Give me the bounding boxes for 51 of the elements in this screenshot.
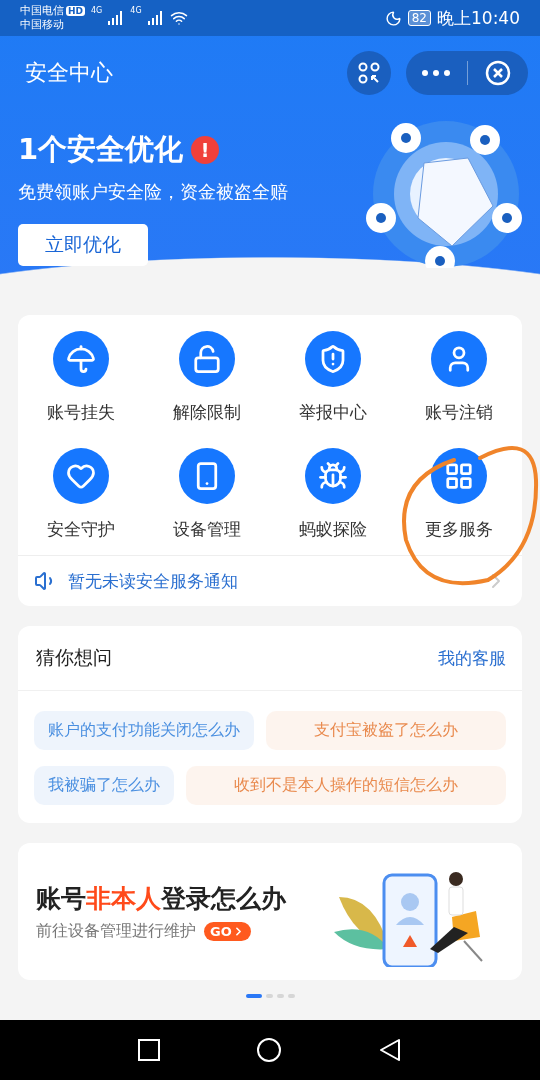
signal-icon bbox=[108, 11, 125, 25]
scan-icon bbox=[357, 61, 381, 85]
wifi-icon bbox=[169, 9, 188, 27]
service-button[interactable] bbox=[431, 331, 487, 387]
close-icon bbox=[484, 60, 511, 86]
battery-level: 82 bbox=[407, 10, 431, 26]
optimization-headline: 1个安全优化 bbox=[18, 131, 184, 168]
service-button[interactable] bbox=[179, 331, 235, 387]
service-label: 解除限制 bbox=[173, 401, 241, 424]
service-label: 设备管理 bbox=[173, 518, 241, 541]
question-chip[interactable]: 支付宝被盗了怎么办 bbox=[266, 711, 506, 750]
alert-badge: ! bbox=[191, 136, 220, 164]
section-title: 猜你想问 bbox=[36, 645, 112, 670]
carrier-name: 中国电信 HD bbox=[20, 4, 85, 18]
bug-icon bbox=[318, 461, 348, 491]
customer-service-link[interactable]: 我的客服 bbox=[438, 646, 506, 670]
promo-banner[interactable]: 账号非本人登录怎么办 前往设备管理进行维护 GO bbox=[18, 843, 522, 980]
unlock-icon bbox=[192, 344, 222, 374]
signal-icon bbox=[147, 11, 164, 25]
network-label: 4G bbox=[130, 6, 142, 15]
notice-text[interactable]: 暂无未读安全服务通知 bbox=[68, 569, 474, 593]
service-button[interactable] bbox=[179, 448, 235, 504]
moon-icon bbox=[384, 9, 402, 27]
service-label: 更多服务 bbox=[425, 518, 493, 541]
service-button[interactable] bbox=[305, 331, 361, 387]
clock-time: 晚上10:40 bbox=[437, 6, 520, 30]
banner-subtitle: 前往设备管理进行维护 bbox=[36, 920, 196, 942]
service-label: 账号注销 bbox=[425, 401, 493, 424]
scan-button[interactable] bbox=[347, 51, 391, 95]
service-button[interactable] bbox=[431, 448, 487, 504]
page-title: 安全中心 bbox=[25, 59, 114, 87]
service-label: 举报中心 bbox=[299, 401, 367, 424]
banner-title: 账号非本人登录怎么办 bbox=[36, 882, 287, 915]
umbrella-icon bbox=[66, 344, 96, 374]
more-icon bbox=[422, 70, 451, 76]
service-button[interactable] bbox=[53, 331, 109, 387]
grid-icon bbox=[444, 461, 474, 491]
service-label: 安全守护 bbox=[47, 518, 115, 541]
service-button[interactable] bbox=[305, 448, 361, 504]
network-label: 4G bbox=[91, 6, 103, 15]
question-chip[interactable]: 我被骗了怎么办 bbox=[34, 766, 174, 805]
question-chip[interactable]: 账户的支付功能关闭怎么办 bbox=[34, 711, 254, 750]
optimize-button[interactable]: 立即优化 bbox=[18, 224, 148, 266]
carrier-name: 中国移动 bbox=[20, 18, 65, 32]
service-button[interactable] bbox=[53, 448, 109, 504]
service-label: 账号挂失 bbox=[47, 401, 115, 424]
hd-badge: HD bbox=[66, 6, 85, 16]
hero-subtitle: 免费领账户安全险，资金被盗全赔 bbox=[18, 180, 289, 204]
service-label: 蚂蚁探险 bbox=[299, 518, 367, 541]
question-chip[interactable]: 收到不是本人操作的短信怎么办 bbox=[186, 766, 506, 805]
go-button[interactable]: GO bbox=[204, 921, 251, 941]
